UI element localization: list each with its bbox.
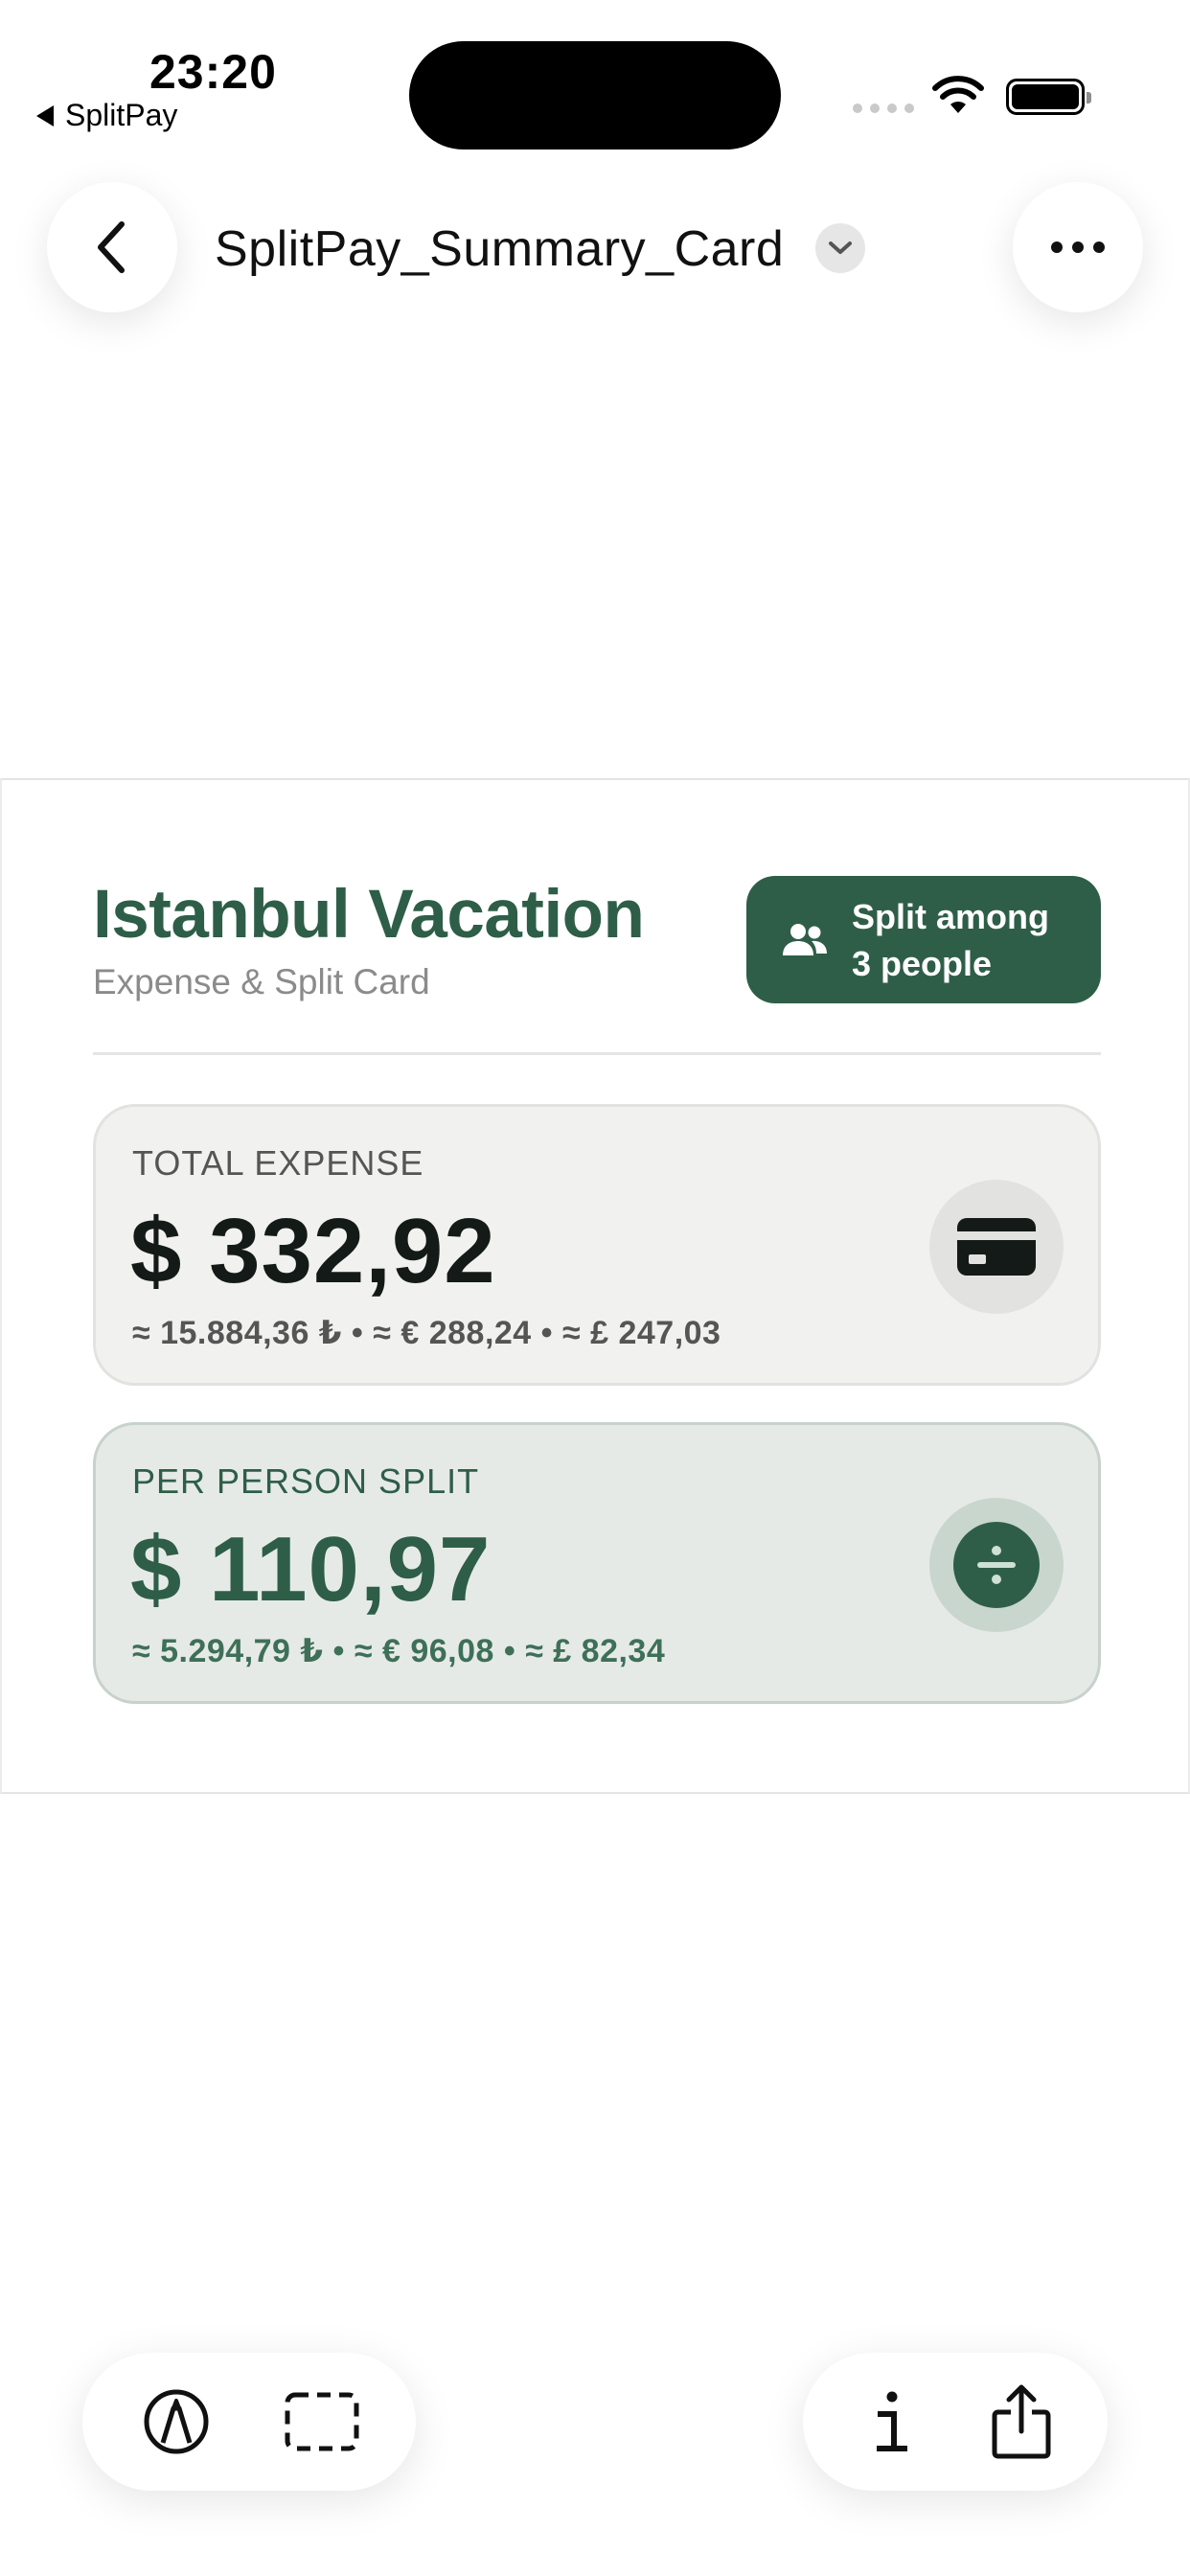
back-app-label: SplitPay bbox=[65, 98, 178, 132]
total-expense-amount: $ 332,92 bbox=[130, 1200, 496, 1302]
people-icon bbox=[783, 923, 827, 955]
info-icon bbox=[876, 2391, 907, 2451]
document-title[interactable]: SplitPay_Summary_Card bbox=[215, 220, 784, 278]
per-person-conversions: ≈ 5.294,79 ₺ • ≈ € 96,08 • ≈ £ 82,34 bbox=[132, 1633, 666, 1669]
divide-icon-circle bbox=[929, 1498, 1064, 1632]
total-expense-conversions: ≈ 15.884,36 ₺ • ≈ € 288,24 • ≈ £ 247,03 bbox=[132, 1315, 721, 1351]
per-person-panel: PER PERSON SPLIT $ 110,97 ≈ 5.294,79 ₺ •… bbox=[93, 1422, 1101, 1704]
dynamic-island bbox=[409, 41, 781, 150]
chevron-down-icon bbox=[829, 242, 852, 254]
markup-button[interactable] bbox=[135, 2380, 217, 2463]
card-icon-circle bbox=[929, 1180, 1064, 1314]
chevron-left-icon bbox=[98, 221, 125, 273]
info-button[interactable] bbox=[849, 2380, 931, 2463]
share-icon bbox=[992, 2384, 1050, 2459]
info-share-toolbar bbox=[803, 2353, 1108, 2491]
back-to-app-link[interactable]: SplitPay bbox=[36, 98, 177, 133]
split-badge-line1: Split among bbox=[852, 896, 1049, 936]
trip-subtitle: Expense & Split Card bbox=[93, 962, 430, 1001]
total-expense-panel: TOTAL EXPENSE $ 332,92 ≈ 15.884,36 ₺ • ≈… bbox=[93, 1104, 1101, 1386]
per-person-amount: $ 110,97 bbox=[130, 1518, 492, 1621]
markup-pen-icon bbox=[144, 2389, 209, 2454]
select-area-button[interactable] bbox=[281, 2380, 363, 2463]
trip-title: Istanbul Vacation bbox=[93, 877, 645, 953]
wifi-icon bbox=[932, 76, 984, 113]
share-button[interactable] bbox=[980, 2380, 1063, 2463]
total-expense-label: TOTAL EXPENSE bbox=[132, 1143, 424, 1183]
title-dropdown-button[interactable] bbox=[815, 223, 865, 273]
cellular-signal-icon bbox=[853, 104, 914, 113]
credit-card-icon bbox=[957, 1218, 1036, 1276]
edit-tools-toolbar bbox=[82, 2353, 416, 2491]
per-person-label: PER PERSON SPLIT bbox=[132, 1461, 480, 1501]
status-time: 23:20 bbox=[149, 45, 277, 99]
back-button[interactable] bbox=[47, 182, 177, 312]
selection-rect-icon bbox=[285, 2392, 359, 2451]
more-button[interactable] bbox=[1013, 182, 1143, 312]
more-horizontal-icon bbox=[1051, 242, 1105, 253]
back-triangle-icon bbox=[36, 104, 54, 126]
summary-card-preview: Istanbul Vacation Expense & Split Card S… bbox=[0, 778, 1190, 1794]
battery-icon bbox=[1006, 79, 1091, 115]
split-badge: Split among 3 people bbox=[746, 876, 1101, 1003]
divider bbox=[93, 1052, 1101, 1055]
split-badge-line2: 3 people bbox=[852, 943, 993, 983]
divide-icon bbox=[953, 1522, 1040, 1608]
